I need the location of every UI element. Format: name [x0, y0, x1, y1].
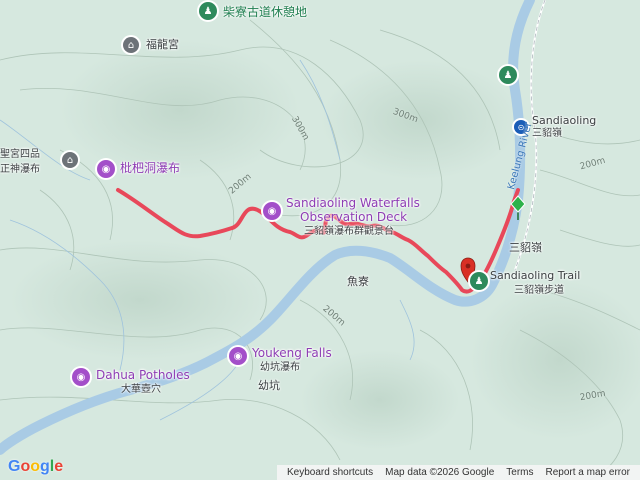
sandiaoling-waterfalls-label[interactable]: Sandiaoling Waterfalls [286, 196, 420, 210]
temple-icon[interactable]: ⌂ [123, 37, 139, 53]
map-footer: Keyboard shortcuts Map data ©2026 Google… [276, 465, 640, 480]
yuliao-label: 魚寮 [347, 275, 369, 288]
sandiaoling-station-label[interactable]: Sandiaoling [532, 114, 596, 127]
park-icon[interactable]: ♟ [470, 272, 488, 290]
park-icon[interactable]: ♟ [499, 66, 517, 84]
map-canvas[interactable]: ♟ 柴寮古道休憩地 ⌂ 福龍宮 聖宮四品 正神瀑布 ⌂ ◉ 枇杷洞瀑布 ◉ Sa… [0, 0, 640, 480]
temple-icon[interactable]: ⌂ [62, 152, 78, 168]
rest-area-icon[interactable]: ♟ [199, 2, 217, 20]
sandiaoling-station-zh-label[interactable]: 三貂嶺 [532, 128, 562, 139]
observation-deck-zh-label[interactable]: 三貂嶺瀑布群觀景台 [304, 226, 394, 237]
sandiaoling-trail-zh-label[interactable]: 三貂嶺步道 [514, 285, 564, 296]
google-logo: Google [8, 458, 64, 475]
terms-link[interactable]: Terms [506, 467, 533, 478]
camera-icon[interactable]: ◉ [72, 368, 90, 386]
chaoliao-rest-area-label[interactable]: 柴寮古道休憩地 [223, 5, 307, 19]
keyboard-shortcuts-link[interactable]: Keyboard shortcuts [287, 467, 373, 478]
map-data-attribution: Map data ©2026 Google [385, 467, 495, 478]
dahua-potholes-label[interactable]: Dahua Potholes [96, 368, 190, 382]
youkeng-falls-label[interactable]: Youkeng Falls [252, 346, 332, 360]
sandiaoling-area-label: 三貂嶺 [509, 241, 542, 254]
temple-left-label-1[interactable]: 聖宮四品 [0, 149, 40, 160]
camera-icon[interactable]: ◉ [229, 347, 247, 365]
observation-deck-label[interactable]: Observation Deck [300, 210, 407, 224]
dahua-potholes-zh-label[interactable]: 大華壺穴 [121, 384, 161, 395]
ridge-shade [10, 240, 270, 360]
camera-icon[interactable]: ◉ [97, 160, 115, 178]
pipa-falls-label[interactable]: 枇杷洞瀑布 [120, 161, 180, 175]
youkeng-label: 幼坑 [258, 379, 280, 392]
ridge-shade [300, 350, 460, 450]
temple-left-label-2[interactable]: 正神瀑布 [0, 164, 40, 175]
fulong-temple-label[interactable]: 福龍宮 [146, 38, 179, 51]
report-error-link[interactable]: Report a map error [546, 467, 630, 478]
camera-icon[interactable]: ◉ [263, 202, 281, 220]
terrain-layer [0, 0, 640, 480]
sandiaoling-trail-label[interactable]: Sandiaoling Trail [490, 269, 580, 282]
youkeng-falls-zh-label[interactable]: 幼坑瀑布 [260, 362, 300, 373]
ridge-shade [60, 40, 300, 180]
ridge-shade [470, 280, 640, 440]
ridge-shade [320, 60, 520, 180]
